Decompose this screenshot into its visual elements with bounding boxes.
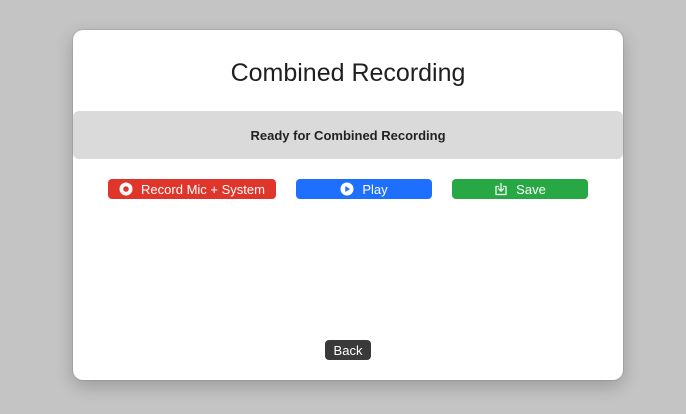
dialog-title: Combined Recording	[230, 59, 466, 87]
status-text: Ready for Combined Recording	[250, 127, 446, 143]
save-icon	[494, 182, 508, 196]
status-bar: Ready for Combined Recording	[73, 111, 623, 159]
save-button[interactable]: Save	[452, 179, 588, 199]
back-button[interactable]: Back	[325, 340, 371, 360]
record-icon	[119, 182, 133, 196]
play-button[interactable]: Play	[296, 179, 432, 199]
combined-recording-dialog: Combined Recording Ready for Combined Re…	[73, 30, 623, 380]
play-button-label: Play	[362, 181, 388, 197]
record-button-label: Record Mic + System	[141, 181, 265, 197]
play-icon	[340, 182, 354, 196]
save-button-label: Save	[516, 181, 546, 197]
record-mic-system-button[interactable]: Record Mic + System	[108, 179, 276, 199]
